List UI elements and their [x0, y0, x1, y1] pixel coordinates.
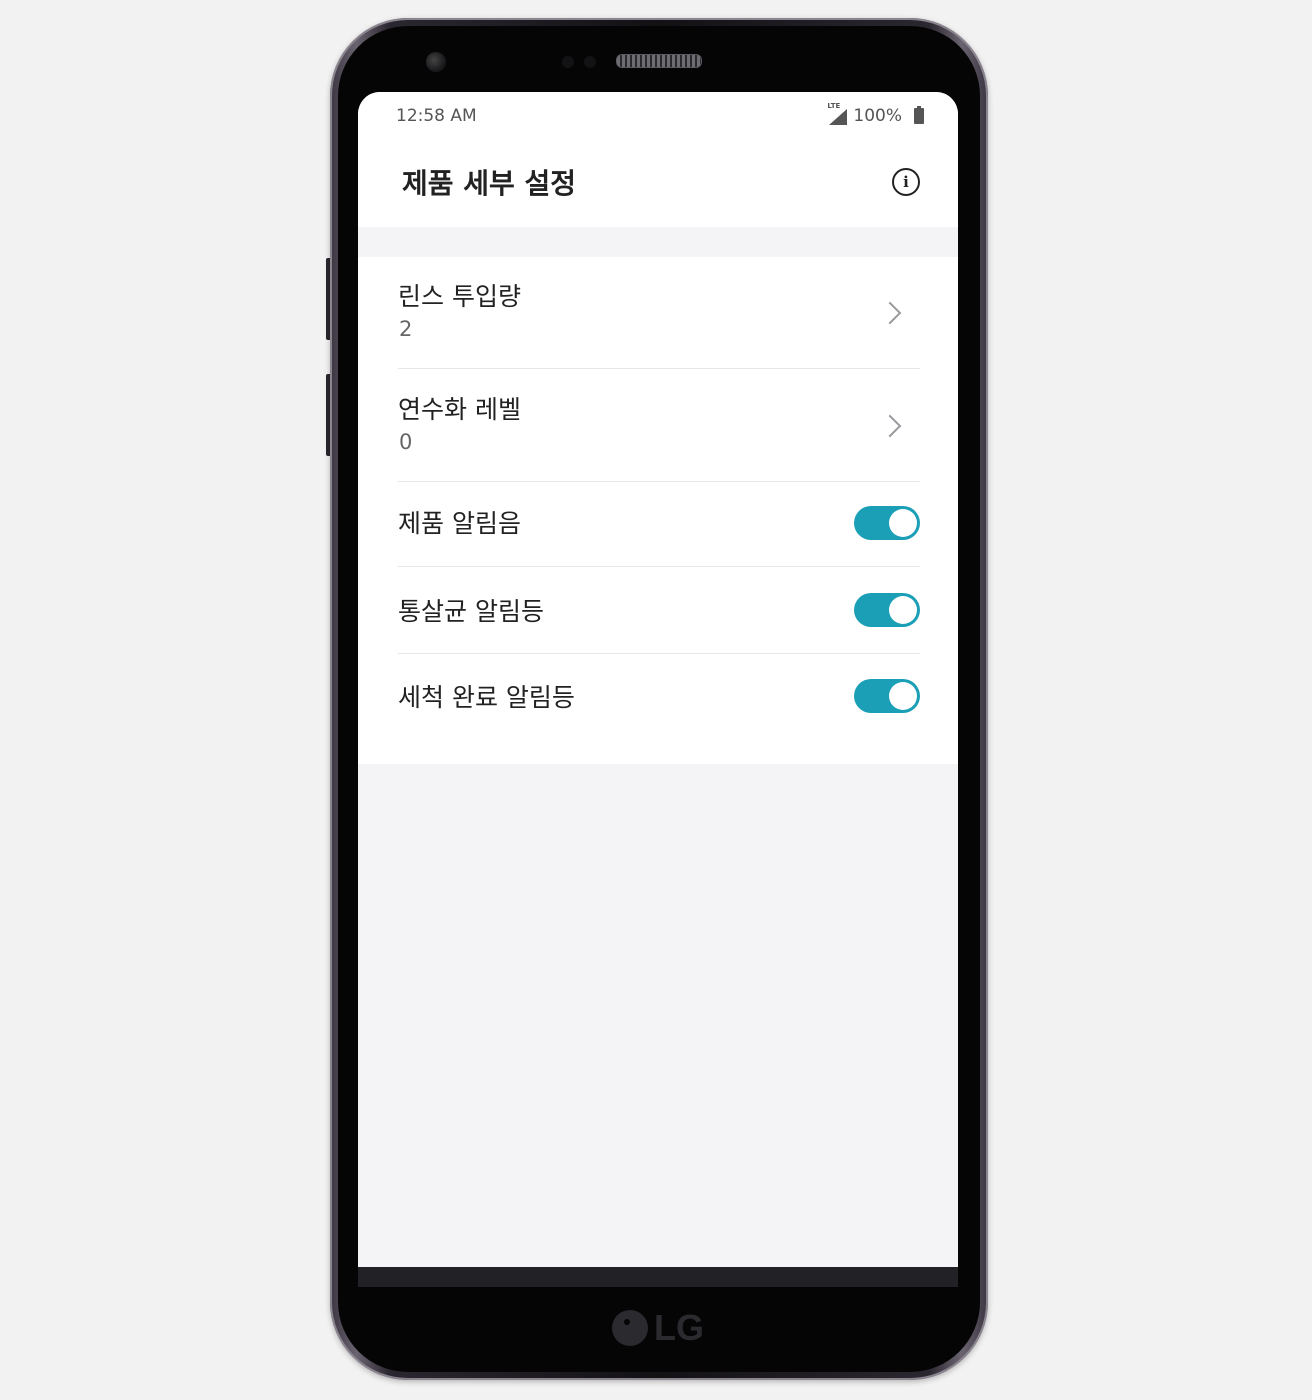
setting-label: 통살균 알림등: [398, 597, 544, 626]
app-bar: 제품 세부 설정: [358, 140, 958, 227]
brand-logo: LG: [612, 1306, 704, 1350]
battery-percent: 100%: [853, 106, 902, 126]
earpiece-speaker: [616, 54, 702, 68]
status-bar: 12:58 AM LTE 100%: [358, 92, 958, 140]
sensor-icon: [562, 56, 574, 68]
screen: 12:58 AM LTE 100% 제품 세부 설정 i 린스 투입량 2 연수…: [358, 92, 958, 1287]
sensor-icon: [584, 56, 596, 68]
front-camera-icon: [426, 52, 446, 72]
tub-clean-light-toggle[interactable]: [854, 593, 920, 627]
setting-label: 린스 투입량: [398, 282, 521, 311]
battery-icon: [914, 106, 924, 124]
setting-product-sound: 제품 알림음: [398, 482, 920, 567]
lte-signal-icon: LTE: [827, 102, 848, 125]
setting-softening-level[interactable]: 연수화 레벨 0: [398, 369, 920, 482]
bottom-navigation-strip: [358, 1267, 958, 1287]
lg-logo-icon: [612, 1310, 648, 1346]
setting-value: 2: [399, 317, 413, 341]
chevron-right-icon: [878, 414, 902, 438]
page-title: 제품 세부 설정: [402, 167, 577, 200]
setting-label: 제품 알림음: [398, 509, 521, 538]
toggle-knob: [889, 682, 917, 710]
status-time: 12:58 AM: [396, 106, 477, 126]
setting-tub-clean-light: 통살균 알림등: [398, 567, 920, 654]
toggle-knob: [889, 509, 917, 537]
wash-complete-light-toggle[interactable]: [854, 679, 920, 713]
setting-rinse-amount[interactable]: 린스 투입량 2: [398, 257, 920, 369]
setting-value: 0: [399, 430, 413, 454]
network-type: LTE: [827, 102, 841, 110]
info-icon[interactable]: i: [892, 168, 920, 196]
chevron-right-icon: [878, 301, 902, 325]
setting-label: 연수화 레벨: [398, 395, 521, 424]
setting-label: 세척 완료 알림등: [398, 683, 575, 712]
setting-wash-complete-light: 세척 완료 알림등: [398, 654, 920, 742]
status-indicators: LTE 100%: [827, 102, 924, 126]
product-sound-toggle[interactable]: [854, 506, 920, 540]
brand-text: LG: [654, 1307, 704, 1348]
toggle-knob: [889, 596, 917, 624]
settings-list: 린스 투입량 2 연수화 레벨 0 제품 알림음 통살균 알림등 세척 완료 알…: [358, 257, 958, 764]
